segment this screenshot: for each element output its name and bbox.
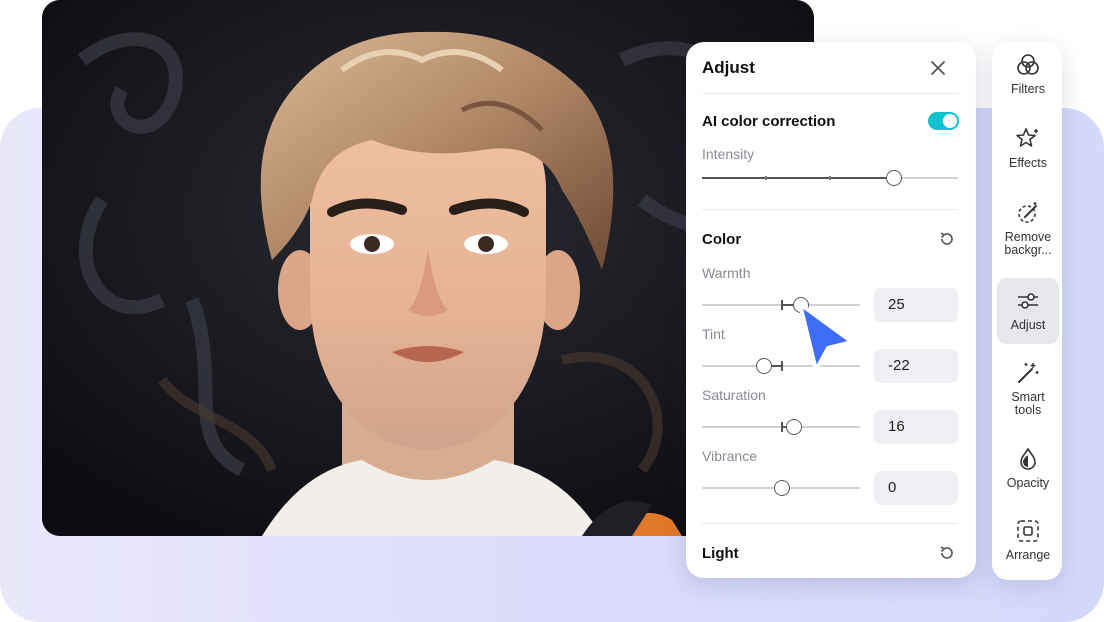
- tool-label: Adjust: [1010, 318, 1046, 332]
- reset-light-icon[interactable]: [938, 544, 956, 562]
- tool-label: Arrange: [1005, 548, 1051, 562]
- slider-thumb[interactable]: [886, 170, 902, 186]
- vibrance-value-input[interactable]: 0: [874, 471, 958, 505]
- tool-label: tools: [1014, 403, 1042, 417]
- tool-label: backgr...: [1004, 243, 1052, 257]
- filters-icon: [1017, 54, 1039, 75]
- remove-background-icon: [1018, 202, 1037, 223]
- ai-color-correction-label: AI color correction: [702, 113, 836, 130]
- tools-sidebar: Filters Effects Remove backgr... Adjust: [992, 42, 1062, 580]
- smart-tools-icon: [1018, 363, 1039, 383]
- tool-label: Effects: [1009, 156, 1047, 170]
- reset-color-icon[interactable]: [938, 230, 956, 248]
- saturation-label: Saturation: [702, 387, 766, 403]
- ai-color-correction-toggle[interactable]: [928, 112, 959, 130]
- close-icon: [931, 61, 945, 75]
- intensity-label: Intensity: [702, 146, 755, 162]
- tool-adjust[interactable]: Adjust: [997, 278, 1059, 344]
- tint-value-input[interactable]: -22: [874, 349, 958, 383]
- tool-effects[interactable]: Effects: [997, 126, 1059, 182]
- tool-label: Opacity: [1006, 476, 1050, 490]
- vibrance-label: Vibrance: [702, 448, 758, 464]
- light-section-title: Light: [702, 545, 739, 562]
- slider-thumb[interactable]: [756, 358, 772, 374]
- saturation-slider[interactable]: [702, 419, 860, 435]
- adjust-icon: [1018, 293, 1038, 309]
- tool-label: Filters: [1010, 82, 1046, 96]
- arrange-icon: [1017, 520, 1039, 542]
- slider-tick: [765, 176, 767, 180]
- saturation-value-input[interactable]: 16: [874, 410, 958, 444]
- tool-remove-background[interactable]: Remove backgr...: [997, 200, 1059, 262]
- intensity-slider[interactable]: [702, 170, 958, 186]
- slider-thumb[interactable]: [774, 480, 790, 496]
- slider-fill: [702, 177, 894, 179]
- slider-center-mark: [781, 361, 783, 371]
- color-section-title: Color: [702, 231, 742, 248]
- slider-thumb[interactable]: [786, 419, 802, 435]
- vibrance-slider[interactable]: [702, 480, 860, 496]
- tool-opacity[interactable]: Opacity: [997, 446, 1059, 502]
- divider: [702, 93, 958, 94]
- tool-filters[interactable]: Filters: [997, 52, 1059, 108]
- tool-smart-tools[interactable]: Smart tools: [997, 360, 1059, 424]
- warmth-label: Warmth: [702, 265, 751, 281]
- tool-arrange[interactable]: Arrange: [997, 518, 1059, 574]
- toggle-knob: [943, 114, 957, 128]
- effects-icon: [1016, 128, 1038, 147]
- slider-tick: [829, 176, 831, 180]
- warmth-value-input[interactable]: 25: [874, 288, 958, 322]
- close-button[interactable]: [926, 56, 950, 80]
- opacity-icon: [1020, 447, 1036, 470]
- tint-label: Tint: [702, 326, 725, 342]
- divider: [702, 209, 958, 210]
- pointer-cursor-icon: [798, 302, 854, 372]
- divider: [702, 523, 958, 524]
- panel-title: Adjust: [702, 58, 755, 77]
